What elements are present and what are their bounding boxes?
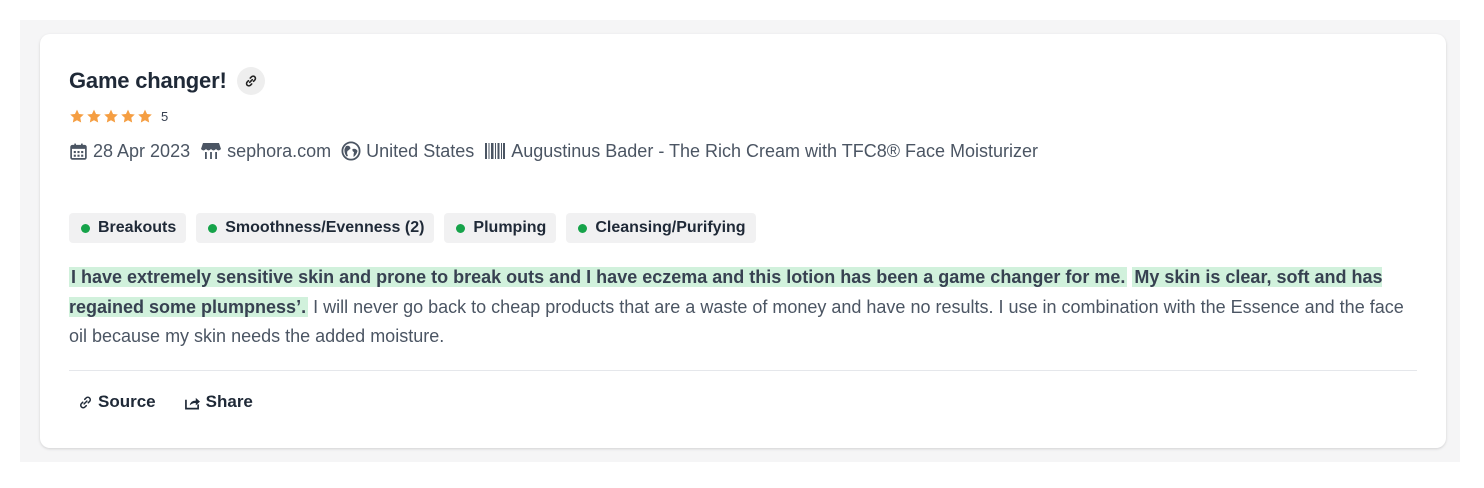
review-product-text: Augustinus Bader - The Rich Cream with T… xyxy=(511,140,1038,161)
review-body: I have extremely sensitive skin and pron… xyxy=(69,263,1419,352)
calendar-icon xyxy=(69,142,88,161)
tag-label: Smoothness/Evenness (2) xyxy=(225,219,425,236)
star-icon xyxy=(87,109,101,122)
source-label: Source xyxy=(98,392,156,411)
barcode-icon xyxy=(484,141,506,161)
tag-list: Breakouts Smoothness/Evenness (2) Plumpi… xyxy=(69,213,756,243)
share-button[interactable]: Share xyxy=(184,392,253,412)
review-source: sephora.com xyxy=(200,141,331,162)
star-icon xyxy=(70,109,84,122)
link-icon xyxy=(245,75,256,87)
share-label: Share xyxy=(205,392,253,411)
star-icon xyxy=(138,109,152,122)
star-icon xyxy=(104,109,118,122)
review-product: Augustinus Bader - The Rich Cream with T… xyxy=(484,141,1038,162)
page-background: Game changer! 5 28 Apr 2023 sephora.com … xyxy=(20,20,1460,462)
tag-breakouts[interactable]: Breakouts xyxy=(69,213,187,243)
highlighted-excerpt: I have extremely sensitive skin and pron… xyxy=(69,267,1128,287)
globe-icon xyxy=(341,141,361,161)
tag-plumping[interactable]: Plumping xyxy=(444,213,557,243)
tag-cleansing-purifying[interactable]: Cleansing/Purifying xyxy=(566,213,756,243)
tag-label: Cleansing/Purifying xyxy=(595,219,746,236)
review-source-text: sephora.com xyxy=(227,140,332,161)
tag-smoothness-evenness[interactable]: Smoothness/Evenness (2) xyxy=(196,213,435,243)
shop-icon xyxy=(200,141,222,161)
tag-dot xyxy=(208,223,218,233)
divider xyxy=(69,370,1417,371)
tag-label: Breakouts xyxy=(98,219,177,236)
share-icon xyxy=(184,395,201,410)
link-icon xyxy=(78,395,93,410)
tag-dot xyxy=(81,223,90,233)
permalink-button[interactable] xyxy=(236,67,265,95)
rating-value: 5 xyxy=(161,108,169,124)
review-actions: Source Share xyxy=(78,392,253,412)
tag-dot xyxy=(578,223,588,233)
review-date: 28 Apr 2023 xyxy=(69,141,190,162)
review-header: Game changer! xyxy=(69,65,265,97)
review-title: Game changer! xyxy=(69,68,227,93)
tag-dot xyxy=(456,223,466,233)
review-meta: 28 Apr 2023 sephora.com United States Au… xyxy=(69,139,1038,163)
tag-label: Plumping xyxy=(473,219,547,236)
rating: 5 xyxy=(69,108,168,124)
review-country-text: United States xyxy=(366,140,475,161)
review-card: Game changer! 5 28 Apr 2023 sephora.com … xyxy=(40,34,1446,448)
star-rating xyxy=(69,109,153,124)
source-button[interactable]: Source xyxy=(78,392,156,412)
star-icon xyxy=(121,109,135,122)
review-date-text: 28 Apr 2023 xyxy=(93,140,191,161)
review-country: United States xyxy=(341,141,474,162)
